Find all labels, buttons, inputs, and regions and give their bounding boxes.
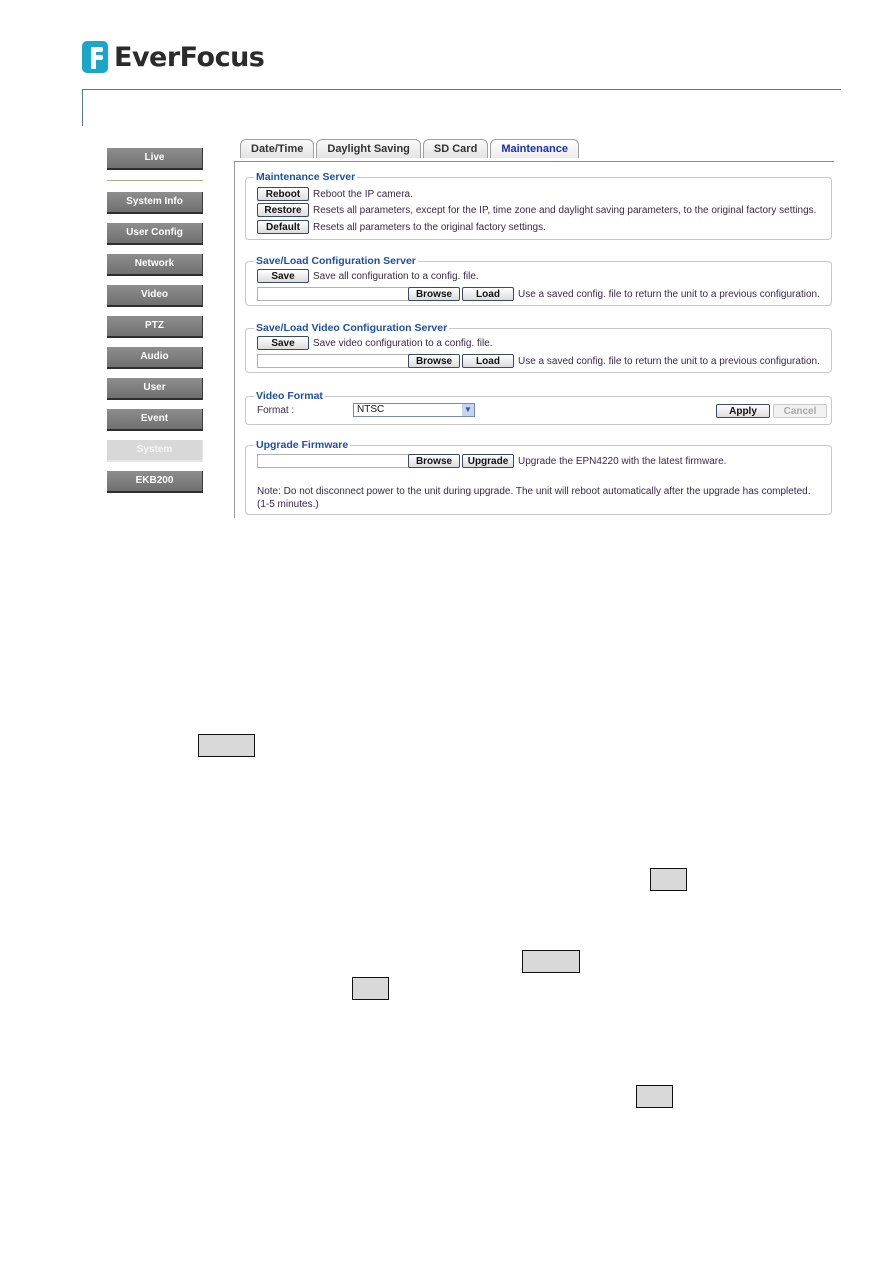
browse-video-config-button[interactable]: Browse — [408, 354, 460, 368]
upgrade-firmware-section: Upgrade Firmware Browse Upgrade Upgrade … — [245, 439, 832, 515]
browse-config-button[interactable]: Browse — [408, 287, 460, 301]
callout-box — [198, 734, 255, 757]
upgrade-note: Note: Do not disconnect power to the uni… — [257, 486, 811, 497]
video-format-section: Video Format Format : NTSC ▼ Apply Cance… — [245, 390, 832, 425]
sidebar-item-user-config[interactable]: User Config — [107, 223, 203, 245]
brand-name: EverFocus — [114, 41, 265, 73]
content-pane-border — [234, 162, 235, 518]
format-select[interactable]: NTSC ▼ — [353, 403, 475, 417]
chevron-down-icon[interactable]: ▼ — [462, 404, 474, 416]
firmware-file-input[interactable] — [257, 454, 409, 468]
load-video-config-button[interactable]: Load — [462, 354, 514, 368]
tab-date-time[interactable]: Date/Time — [240, 139, 315, 158]
format-selected-value: NTSC — [357, 404, 385, 415]
sidebar-item-audio[interactable]: Audio — [107, 347, 203, 369]
restore-description: Resets all parameters, except for the IP… — [313, 204, 817, 216]
reboot-button[interactable]: Reboot — [257, 187, 309, 201]
header-divider — [82, 89, 841, 90]
default-button[interactable]: Default — [257, 220, 309, 234]
reboot-description: Reboot the IP camera. — [313, 188, 413, 200]
upgrade-button[interactable]: Upgrade — [462, 454, 514, 468]
sidebar-item-user[interactable]: User — [107, 378, 203, 400]
callout-box — [650, 868, 687, 891]
upgrade-note-duration: (1-5 minutes.) — [257, 499, 319, 510]
sidebar-item-system-info[interactable]: System Info — [107, 192, 203, 214]
apply-button[interactable]: Apply — [716, 404, 770, 418]
sidebar-item-ekb200[interactable]: EKB200 — [107, 471, 203, 493]
config-server-section: Save/Load Configuration Server Save Save… — [245, 255, 832, 306]
sidebar-item-live[interactable]: Live — [107, 148, 203, 170]
callout-box — [352, 977, 389, 1000]
everfocus-logo: EverFocus — [82, 40, 265, 74]
format-label: Format : — [257, 405, 295, 416]
load-config-description: Use a saved config. file to return the u… — [518, 288, 820, 300]
tab-sd-card[interactable]: SD Card — [422, 139, 489, 158]
load-config-button[interactable]: Load — [462, 287, 514, 301]
section-title: Upgrade Firmware — [254, 439, 351, 451]
browse-firmware-button[interactable]: Browse — [408, 454, 460, 468]
save-config-description: Save all configuration to a config. file… — [313, 270, 479, 282]
section-title: Save/Load Configuration Server — [254, 255, 418, 267]
tab-daylight-saving[interactable]: Daylight Saving — [316, 139, 421, 158]
callout-box — [636, 1085, 673, 1108]
header-divider-vertical — [82, 89, 83, 126]
sidebar-item-network[interactable]: Network — [107, 254, 203, 276]
video-config-file-input[interactable] — [257, 354, 409, 368]
maintenance-server-section: Maintenance Server Reboot Reboot the IP … — [245, 171, 832, 240]
sidebar-item-ptz[interactable]: PTZ — [107, 316, 203, 338]
sidebar-item-video[interactable]: Video — [107, 285, 203, 307]
tab-bar: Date/Time Daylight Saving SD Card Mainte… — [240, 139, 581, 158]
upgrade-description: Upgrade the EPN4220 with the latest firm… — [518, 455, 727, 467]
sidebar-item-event[interactable]: Event — [107, 409, 203, 431]
section-title: Maintenance Server — [254, 171, 358, 183]
load-video-config-description: Use a saved config. file to return the u… — [518, 355, 820, 367]
callout-box — [522, 950, 580, 973]
config-file-input[interactable] — [257, 287, 409, 301]
sidebar-separator — [107, 180, 203, 181]
section-title: Save/Load Video Configuration Server — [254, 322, 450, 334]
save-config-button[interactable]: Save — [257, 269, 309, 283]
default-description: Resets all parameters to the original fa… — [313, 221, 546, 233]
section-title: Video Format — [254, 390, 325, 402]
logo-mark-icon — [82, 41, 108, 73]
cancel-button: Cancel — [773, 404, 827, 418]
video-config-server-section: Save/Load Video Configuration Server Sav… — [245, 322, 832, 373]
tab-maintenance[interactable]: Maintenance — [490, 139, 579, 158]
save-video-config-description: Save video configuration to a config. fi… — [313, 337, 493, 349]
restore-button[interactable]: Restore — [257, 203, 309, 217]
sidebar-item-system[interactable]: System — [107, 440, 203, 462]
tab-bar-divider — [234, 161, 834, 162]
save-video-config-button[interactable]: Save — [257, 336, 309, 350]
